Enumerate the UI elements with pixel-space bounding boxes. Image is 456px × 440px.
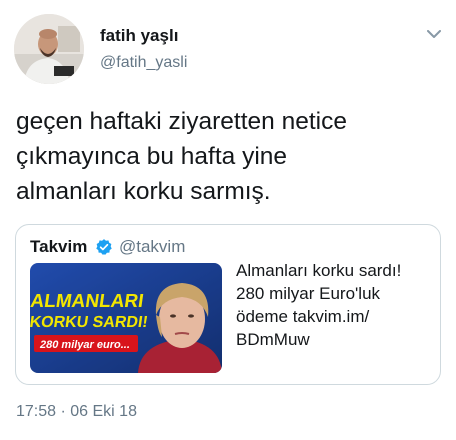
tweet-text-line: geçen haftaki ziyaretten netice [16, 108, 347, 135]
quoted-display-name[interactable]: Takvim [30, 237, 87, 257]
quoted-thumbnail[interactable]: ALMANLARI KORKU SARDI! 280 milyar euro..… [30, 263, 222, 373]
chevron-down-icon [427, 29, 441, 38]
author-avatar[interactable] [14, 14, 84, 84]
author-display-name[interactable]: fatih yaşlı [100, 26, 178, 46]
quoted-tweet-card[interactable]: Takvim @takvim ALMANLARI KORKU SARDI! 28… [15, 224, 441, 385]
more-options-button[interactable] [424, 24, 444, 44]
quoted-text-line[interactable]: ödeme takvim.im/ [236, 305, 436, 328]
tweet-text-line: almanları korku sarmış. [16, 178, 271, 205]
quoted-text-line: 280 milyar Euro'luk [236, 284, 381, 303]
tweet: fatih yaşlı @fatih_yasli geçen haftaki z… [0, 0, 456, 440]
tweet-text-line: çıkmayınca bu hafta yine [16, 143, 288, 170]
thumb-headline-1: ALMANLARI [30, 291, 145, 312]
thumb-headline-2: KORKU SARDI! [30, 313, 149, 331]
tweet-timestamp[interactable]: 17:58 · 06 Eki 18 [16, 403, 137, 421]
verified-badge-icon [96, 239, 112, 255]
user-avatar-photo [14, 14, 84, 84]
tweet-text: geçen haftaki ziyaretten netice çıkmayın… [16, 104, 436, 209]
thumb-subline: 280 milyar euro... [39, 339, 130, 351]
author-handle[interactable]: @fatih_yasli [100, 54, 187, 72]
quoted-text-line: Almanları korku sardı! [236, 261, 402, 280]
quoted-tweet-text: Almanları korku sardı! 280 milyar Euro'l… [236, 259, 436, 351]
quoted-text-line[interactable]: BDmMuw [236, 328, 436, 351]
quoted-handle[interactable]: @takvim [119, 237, 185, 257]
